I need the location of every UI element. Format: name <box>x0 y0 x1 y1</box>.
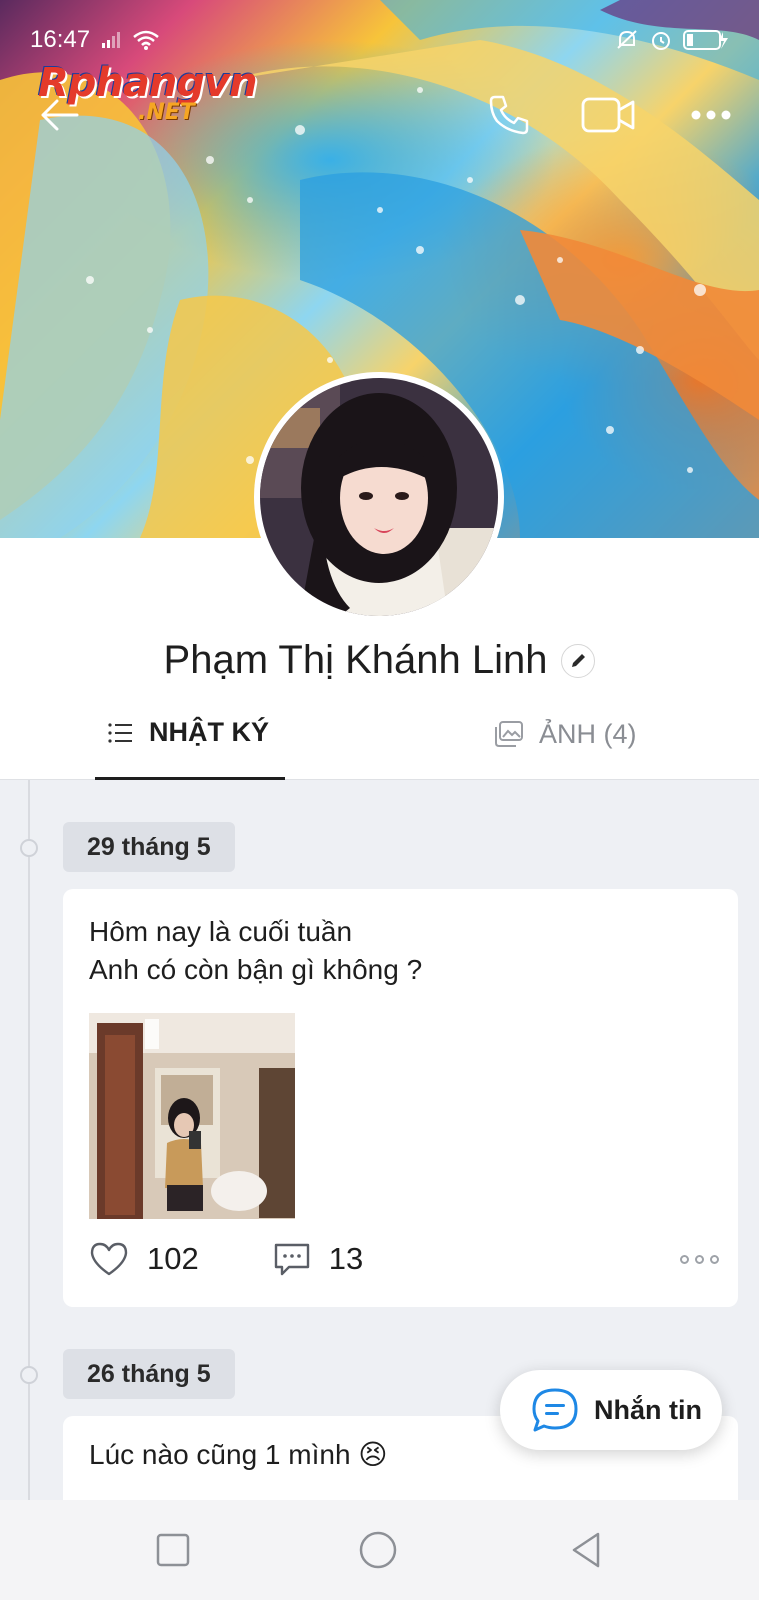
list-icon <box>108 722 132 743</box>
triangle-back-icon <box>572 1532 600 1568</box>
top-action-bar <box>0 80 759 150</box>
heart-icon <box>90 1242 128 1276</box>
post-text: Hôm nay là cuối tuần Anh có còn bận gì k… <box>89 916 423 985</box>
post-photo[interactable] <box>89 1013 295 1219</box>
profile-tabs: NHẬT KÝ ẢNH (4) <box>0 688 759 780</box>
comment-button[interactable]: 13 <box>273 1241 363 1277</box>
dot-icon <box>680 1254 689 1264</box>
post-more-button[interactable] <box>680 1254 719 1264</box>
video-call-icon <box>581 97 635 133</box>
comment-count: 13 <box>328 1241 364 1276</box>
wifi-icon <box>133 30 159 50</box>
comment-icon <box>274 1243 309 1276</box>
date-chip: 29 tháng 5 <box>63 822 235 872</box>
recents-button[interactable] <box>153 1530 193 1570</box>
circle-icon <box>359 1531 397 1569</box>
more-options-button[interactable] <box>686 88 736 142</box>
profile-name: Phạm Thị Khánh Linh <box>163 638 548 682</box>
post-photo-image <box>89 1013 295 1219</box>
tab-photos-label: ẢNH (4) <box>539 718 637 749</box>
avatar[interactable] <box>254 372 504 622</box>
profile-name-row: Phạm Thị Khánh Linh <box>0 638 759 683</box>
avatar-image <box>260 378 498 616</box>
more-icon <box>691 110 731 120</box>
edit-name-button[interactable] <box>561 643 596 678</box>
post-card[interactable]: Hôm nay là cuối tuần Anh có còn bận gì k… <box>63 889 738 1307</box>
phone-icon <box>489 95 529 135</box>
back-button[interactable] <box>34 90 84 140</box>
back-nav-button[interactable] <box>566 1530 606 1570</box>
back-arrow-icon <box>41 99 79 131</box>
timeline-dot <box>20 839 38 857</box>
gallery-icon <box>495 721 523 747</box>
chat-bubble-icon <box>532 1388 578 1432</box>
signal-icon <box>102 32 121 48</box>
call-button[interactable] <box>482 88 536 142</box>
pencil-icon <box>572 653 586 667</box>
like-button[interactable]: 102 <box>89 1241 199 1277</box>
tab-diary[interactable]: NHẬT KÝ <box>95 688 285 780</box>
dot-icon <box>695 1254 704 1264</box>
tab-photos[interactable]: ẢNH (4) <box>495 688 637 780</box>
alarm-icon <box>652 32 670 50</box>
post-text: Lúc nào cũng 1 mình 😣 <box>89 1439 388 1470</box>
date-chip: 26 tháng 5 <box>63 1349 235 1399</box>
system-nav-bar <box>0 1500 759 1600</box>
mute-icon <box>617 30 637 49</box>
home-button[interactable] <box>358 1530 398 1570</box>
battery-charging-icon <box>683 30 728 50</box>
message-button[interactable]: Nhắn tin <box>500 1370 722 1450</box>
status-time: 16:47 <box>30 26 91 53</box>
square-icon <box>156 1533 190 1567</box>
post-actions: 102 13 <box>89 1237 719 1281</box>
timeline-dot <box>20 1366 38 1384</box>
message-button-label: Nhắn tin <box>594 1394 702 1425</box>
like-count: 102 <box>147 1241 199 1276</box>
dot-icon <box>710 1254 719 1264</box>
timeline-line <box>28 780 30 1500</box>
tab-diary-label: NHẬT KÝ <box>149 717 269 747</box>
video-call-button[interactable] <box>578 88 638 142</box>
